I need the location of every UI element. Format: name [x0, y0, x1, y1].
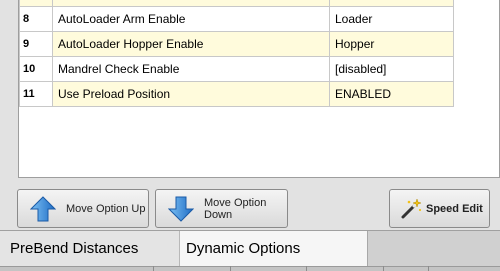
table-row[interactable]: 8 AutoLoader Arm Enable Loader	[19, 6, 454, 32]
bottom-strip-divider	[428, 266, 429, 271]
bottom-strip-divider	[306, 266, 307, 271]
row-number: 8	[19, 6, 53, 32]
move-option-down-button[interactable]: Move Option Down	[155, 189, 288, 228]
option-name[interactable]: Use Preload Position	[52, 81, 330, 107]
options-grid: 8 AutoLoader Arm Enable Loader 9 AutoLoa…	[18, 0, 500, 178]
magic-wand-icon	[401, 197, 422, 218]
speed-edit-label: Speed Edit	[426, 202, 483, 215]
tab-strip-empty	[368, 231, 500, 266]
move-option-up-label: Move Option Up	[66, 202, 146, 215]
tab-prebend-distances[interactable]: PreBend Distances	[0, 231, 180, 266]
row-number: 9	[19, 31, 53, 57]
tab-label: Dynamic Options	[186, 240, 301, 257]
arrow-up-icon	[30, 195, 56, 221]
table-row[interactable]: 10 Mandrel Check Enable [disabled]	[19, 56, 454, 82]
table-row[interactable]: 9 AutoLoader Hopper Enable Hopper	[19, 31, 454, 57]
options-table: 8 AutoLoader Arm Enable Loader 9 AutoLoa…	[19, 0, 454, 107]
move-option-up-button[interactable]: Move Option Up	[17, 189, 149, 228]
bottom-strip-divider	[153, 266, 154, 271]
bottom-strip-divider	[383, 266, 384, 271]
option-value[interactable]: Loader	[329, 6, 454, 32]
bottom-strip-divider	[230, 266, 231, 271]
move-option-down-label: Move Option Down	[204, 196, 267, 221]
bottom-tab-strip	[0, 266, 500, 271]
arrow-down-icon	[168, 196, 194, 222]
option-name[interactable]: AutoLoader Hopper Enable	[52, 31, 330, 57]
options-panel: 8 AutoLoader Arm Enable Loader 9 AutoLoa…	[0, 0, 500, 230]
option-name[interactable]: AutoLoader Arm Enable	[52, 6, 330, 32]
row-number: 11	[19, 81, 53, 107]
option-name[interactable]: Mandrel Check Enable	[52, 56, 330, 82]
tab-label: PreBend Distances	[10, 240, 139, 257]
table-row[interactable]: 11 Use Preload Position ENABLED	[19, 81, 454, 107]
speed-edit-button[interactable]: Speed Edit	[389, 189, 490, 228]
option-value[interactable]: ENABLED	[329, 81, 454, 107]
option-value[interactable]: [disabled]	[329, 56, 454, 82]
option-value[interactable]: Hopper	[329, 31, 454, 57]
tab-dynamic-options[interactable]: Dynamic Options	[180, 231, 368, 266]
row-number: 10	[19, 56, 53, 82]
